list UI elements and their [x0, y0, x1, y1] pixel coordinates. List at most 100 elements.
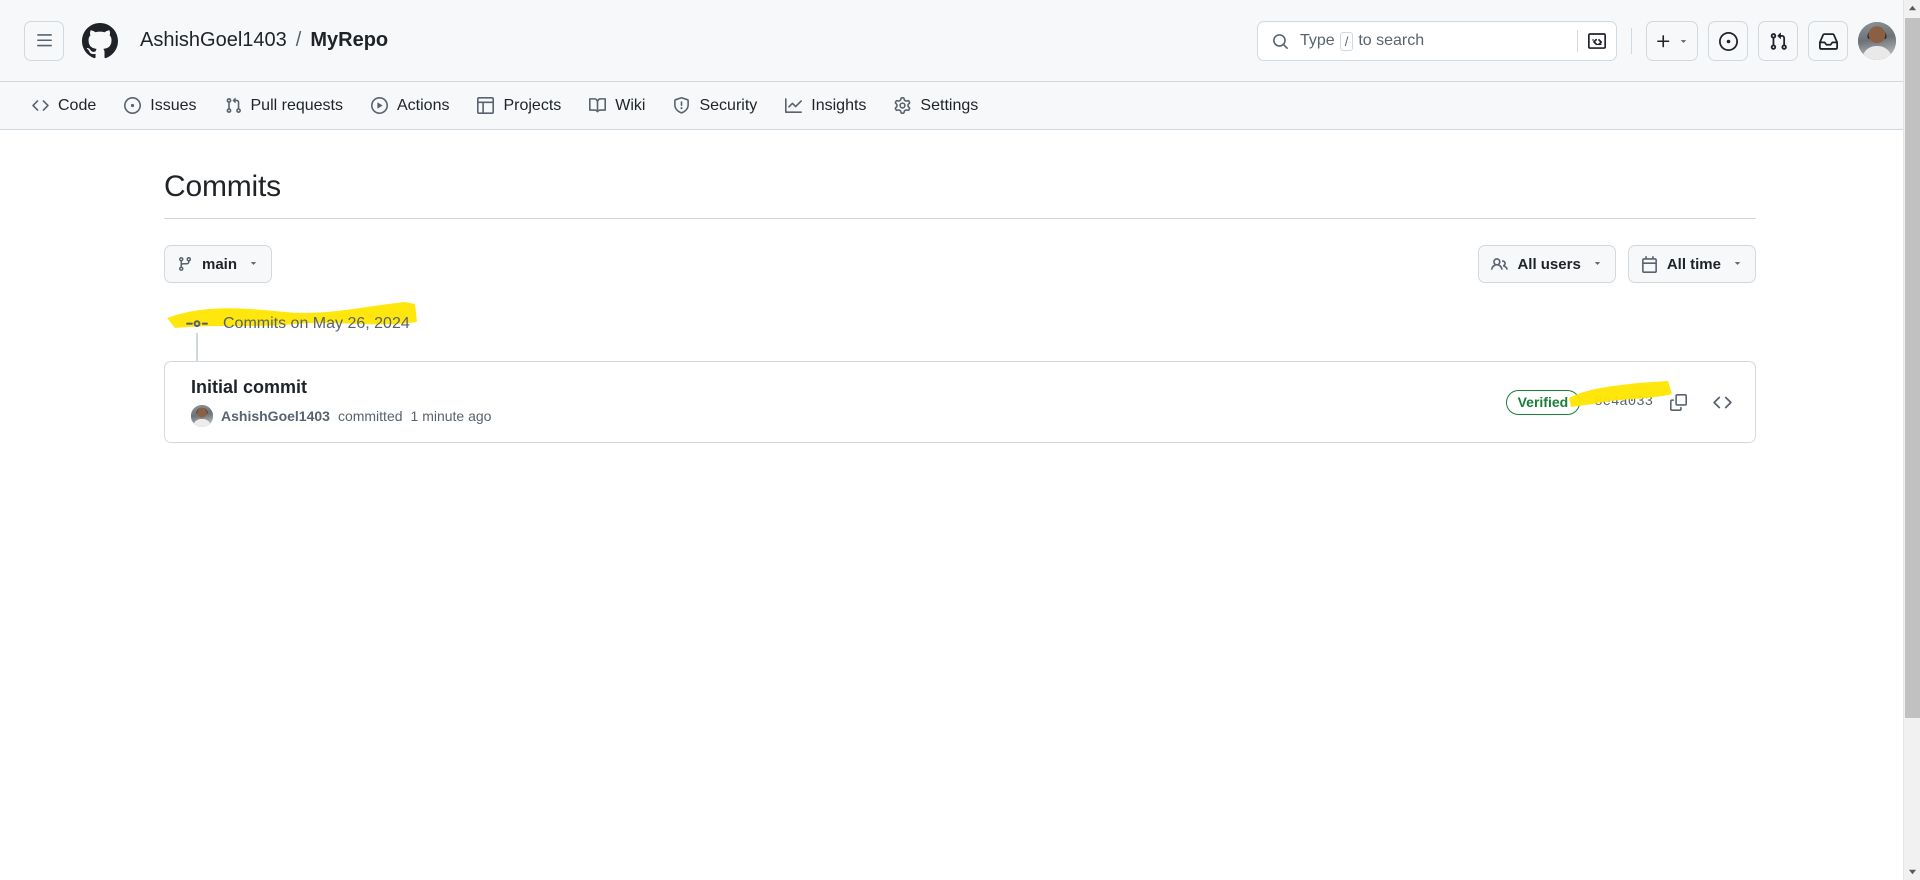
git-branch-icon	[177, 256, 193, 272]
commit-actions: Verified 8e4a033	[1506, 387, 1737, 417]
commit-group-date: Commits on May 26, 2024	[223, 315, 410, 333]
all-users-filter[interactable]: All users	[1478, 245, 1615, 283]
breadcrumb: AshishGoel1403 / MyRepo	[140, 29, 388, 52]
commit-node-icon	[186, 313, 208, 335]
book-icon	[589, 97, 606, 114]
shield-icon	[673, 97, 690, 114]
git-pull-request-icon	[225, 97, 242, 114]
search-divider	[1577, 30, 1578, 52]
chevron-up-icon	[1908, 4, 1917, 13]
nav-label-pull-requests: Pull requests	[251, 97, 344, 115]
nav-item-projects[interactable]: Projects	[465, 90, 573, 122]
chevron-down-icon	[1732, 256, 1743, 273]
git-pull-request-icon	[1769, 32, 1788, 51]
commit-sha-group: 8e4a033	[1594, 387, 1693, 417]
avatar-face	[1869, 27, 1886, 44]
page-title: Commits	[164, 170, 1756, 219]
verified-badge[interactable]: Verified	[1506, 390, 1581, 415]
chevron-down-icon	[1678, 36, 1689, 47]
commit-group: Commits on May 26, 2024 Initial commit A…	[164, 309, 1756, 443]
graph-icon	[785, 97, 802, 114]
filters-row: main All users	[164, 245, 1756, 283]
scrollbar-thumb[interactable]	[1905, 18, 1920, 718]
nav-label-security: Security	[699, 97, 757, 115]
nav-item-issues[interactable]: Issues	[112, 90, 208, 122]
commit-author-avatar[interactable]	[191, 405, 213, 427]
search-icon	[1272, 33, 1289, 50]
search-slash-key: /	[1340, 32, 1354, 51]
plus-icon	[1655, 33, 1672, 50]
chevron-down-icon	[1908, 867, 1917, 876]
nav-item-settings[interactable]: Settings	[882, 90, 990, 122]
all-users-label: All users	[1517, 256, 1580, 273]
table-icon	[477, 97, 494, 114]
nav-item-security[interactable]: Security	[661, 90, 769, 122]
search-placeholder-prefix: Type	[1300, 32, 1335, 50]
nav-label-issues: Issues	[150, 97, 196, 115]
nav-label-settings: Settings	[920, 97, 978, 115]
avatar-body	[193, 419, 211, 427]
commit-row: Initial commit AshishGoel1403 committed …	[164, 361, 1756, 443]
commit-sha[interactable]: 8e4a033	[1594, 394, 1653, 410]
global-header: AshishGoel1403 / MyRepo Type / to search	[0, 0, 1920, 82]
nav-item-pull-requests[interactable]: Pull requests	[213, 90, 356, 122]
commit-filters: All users All time	[1478, 245, 1756, 283]
code-icon	[1713, 393, 1732, 412]
search-placeholder: Type / to search	[1300, 32, 1577, 51]
browse-repository-button[interactable]	[1707, 387, 1737, 417]
page-scrollbar[interactable]	[1903, 0, 1920, 880]
nav-label-insights: Insights	[811, 97, 866, 115]
code-icon	[32, 97, 49, 114]
branch-selector-button[interactable]: main	[164, 245, 272, 283]
avatar-face	[197, 407, 207, 417]
commit-author-name[interactable]: AshishGoel1403	[221, 408, 330, 424]
hamburger-icon	[36, 32, 53, 49]
nav-label-projects: Projects	[503, 97, 561, 115]
nav-item-actions[interactable]: Actions	[359, 90, 461, 122]
copy-sha-button[interactable]	[1663, 387, 1693, 417]
pull-requests-button[interactable]	[1758, 21, 1798, 61]
chevron-down-icon	[1592, 256, 1603, 273]
all-time-label: All time	[1667, 256, 1721, 273]
breadcrumb-owner[interactable]: AshishGoel1403	[140, 29, 287, 52]
nav-label-actions: Actions	[397, 97, 449, 115]
breadcrumb-separator: /	[296, 29, 302, 52]
user-avatar[interactable]	[1858, 22, 1896, 60]
branch-name-label: main	[202, 256, 237, 273]
chevron-down-icon	[248, 256, 259, 273]
issue-opened-icon	[1719, 32, 1738, 51]
commit-message-link[interactable]: Initial commit	[191, 377, 491, 398]
copy-icon	[1670, 394, 1687, 411]
scrollbar-up-arrow[interactable]	[1904, 0, 1920, 17]
search-input[interactable]: Type / to search	[1257, 21, 1617, 61]
create-new-button[interactable]	[1646, 21, 1698, 61]
nav-item-wiki[interactable]: Wiki	[577, 90, 657, 122]
issues-button[interactable]	[1708, 21, 1748, 61]
github-logo[interactable]	[82, 23, 118, 59]
nav-item-insights[interactable]: Insights	[773, 90, 878, 122]
nav-label-wiki: Wiki	[615, 97, 645, 115]
issue-opened-icon	[124, 97, 141, 114]
notifications-button[interactable]	[1808, 21, 1848, 61]
all-time-filter[interactable]: All time	[1628, 245, 1756, 283]
content-container: Commits main	[160, 170, 1760, 443]
scrollbar-down-arrow[interactable]	[1904, 863, 1920, 880]
terminal-icon[interactable]	[1588, 32, 1606, 50]
people-icon	[1491, 256, 1508, 273]
commit-info: Initial commit AshishGoel1403 committed …	[191, 377, 491, 427]
calendar-icon	[1641, 256, 1658, 273]
commit-meta: AshishGoel1403 committed 1 minute ago	[191, 405, 491, 427]
search-placeholder-suffix: to search	[1358, 32, 1424, 50]
hamburger-menu-button[interactable]	[24, 21, 64, 61]
github-logo-icon	[82, 23, 118, 59]
nav-label-code: Code	[58, 97, 96, 115]
commit-action-text: committed	[338, 408, 403, 424]
gear-icon	[894, 97, 911, 114]
repository-navigation: Code Issues Pull requests Actions	[0, 82, 1920, 130]
header-divider	[1631, 28, 1632, 54]
header-actions: Type / to search	[1257, 0, 1896, 82]
nav-item-code[interactable]: Code	[20, 90, 108, 122]
commit-timestamp: 1 minute ago	[411, 408, 492, 424]
play-icon	[371, 97, 388, 114]
breadcrumb-repo[interactable]: MyRepo	[310, 29, 388, 52]
